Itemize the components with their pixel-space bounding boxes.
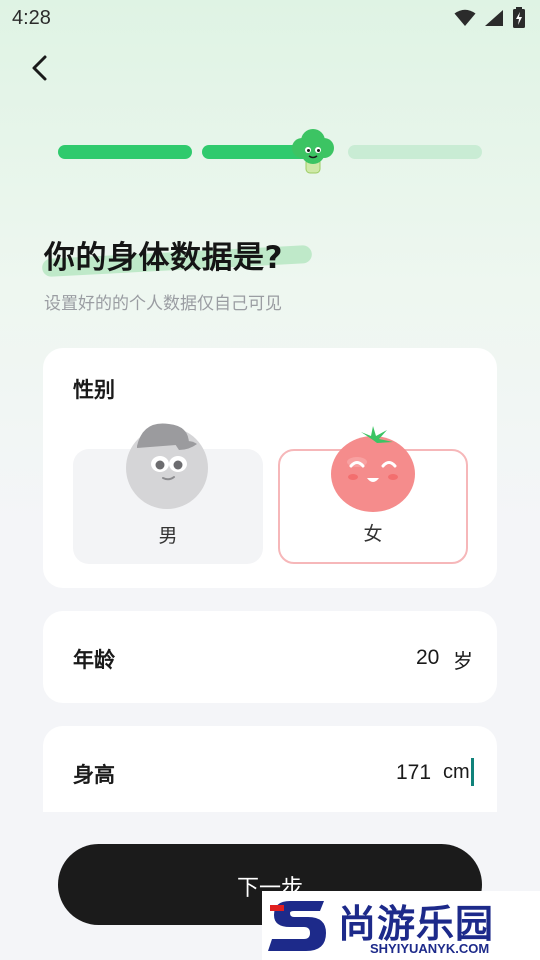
text-cursor [471, 758, 474, 786]
watermark-url: SHYIYUANYK.COM [370, 941, 490, 956]
watermark-brand: 尚游乐园 [338, 902, 495, 946]
progress-step-1 [58, 145, 192, 159]
title-block: 你的身体数据是? [41, 232, 313, 278]
page-title: 你的身体数据是? [44, 240, 283, 276]
gender-card: 性别 男 女 [43, 348, 497, 588]
gender-label: 性别 [73, 378, 115, 402]
height-input[interactable]: 171 [396, 761, 431, 785]
status-icons [454, 7, 526, 29]
watermark-s-logo [268, 901, 326, 951]
gender-option-label: 男 [158, 525, 178, 547]
step-progress [58, 145, 482, 159]
tomato-avatar-icon [331, 426, 415, 512]
status-time: 4:28 [12, 6, 51, 29]
status-bar: 4:28 [0, 0, 540, 36]
battery-icon [513, 7, 525, 28]
height-row[interactable]: 身高 171 cm [43, 726, 497, 812]
age-unit: 岁 [453, 649, 473, 673]
broccoli-mascot-icon [292, 129, 334, 174]
height-label: 身高 [73, 763, 115, 787]
cellular-signal-icon [485, 10, 503, 26]
progress-step-3 [348, 145, 482, 159]
gender-option-label: 女 [363, 523, 383, 545]
male-avatar-icon [126, 423, 208, 509]
wifi-icon [454, 9, 476, 26]
age-row[interactable]: 年龄 20 岁 [43, 611, 497, 703]
age-label: 年龄 [73, 648, 115, 672]
page-subtitle: 设置好的的个人数据仅自己可见 [44, 294, 282, 314]
age-value[interactable]: 20 [416, 646, 439, 670]
height-unit: cm [443, 761, 470, 783]
watermark-logo: 尚游乐园 SHYIYUANYK.COM [262, 891, 540, 960]
chevron-left-icon [32, 55, 47, 81]
back-button[interactable] [24, 50, 56, 86]
